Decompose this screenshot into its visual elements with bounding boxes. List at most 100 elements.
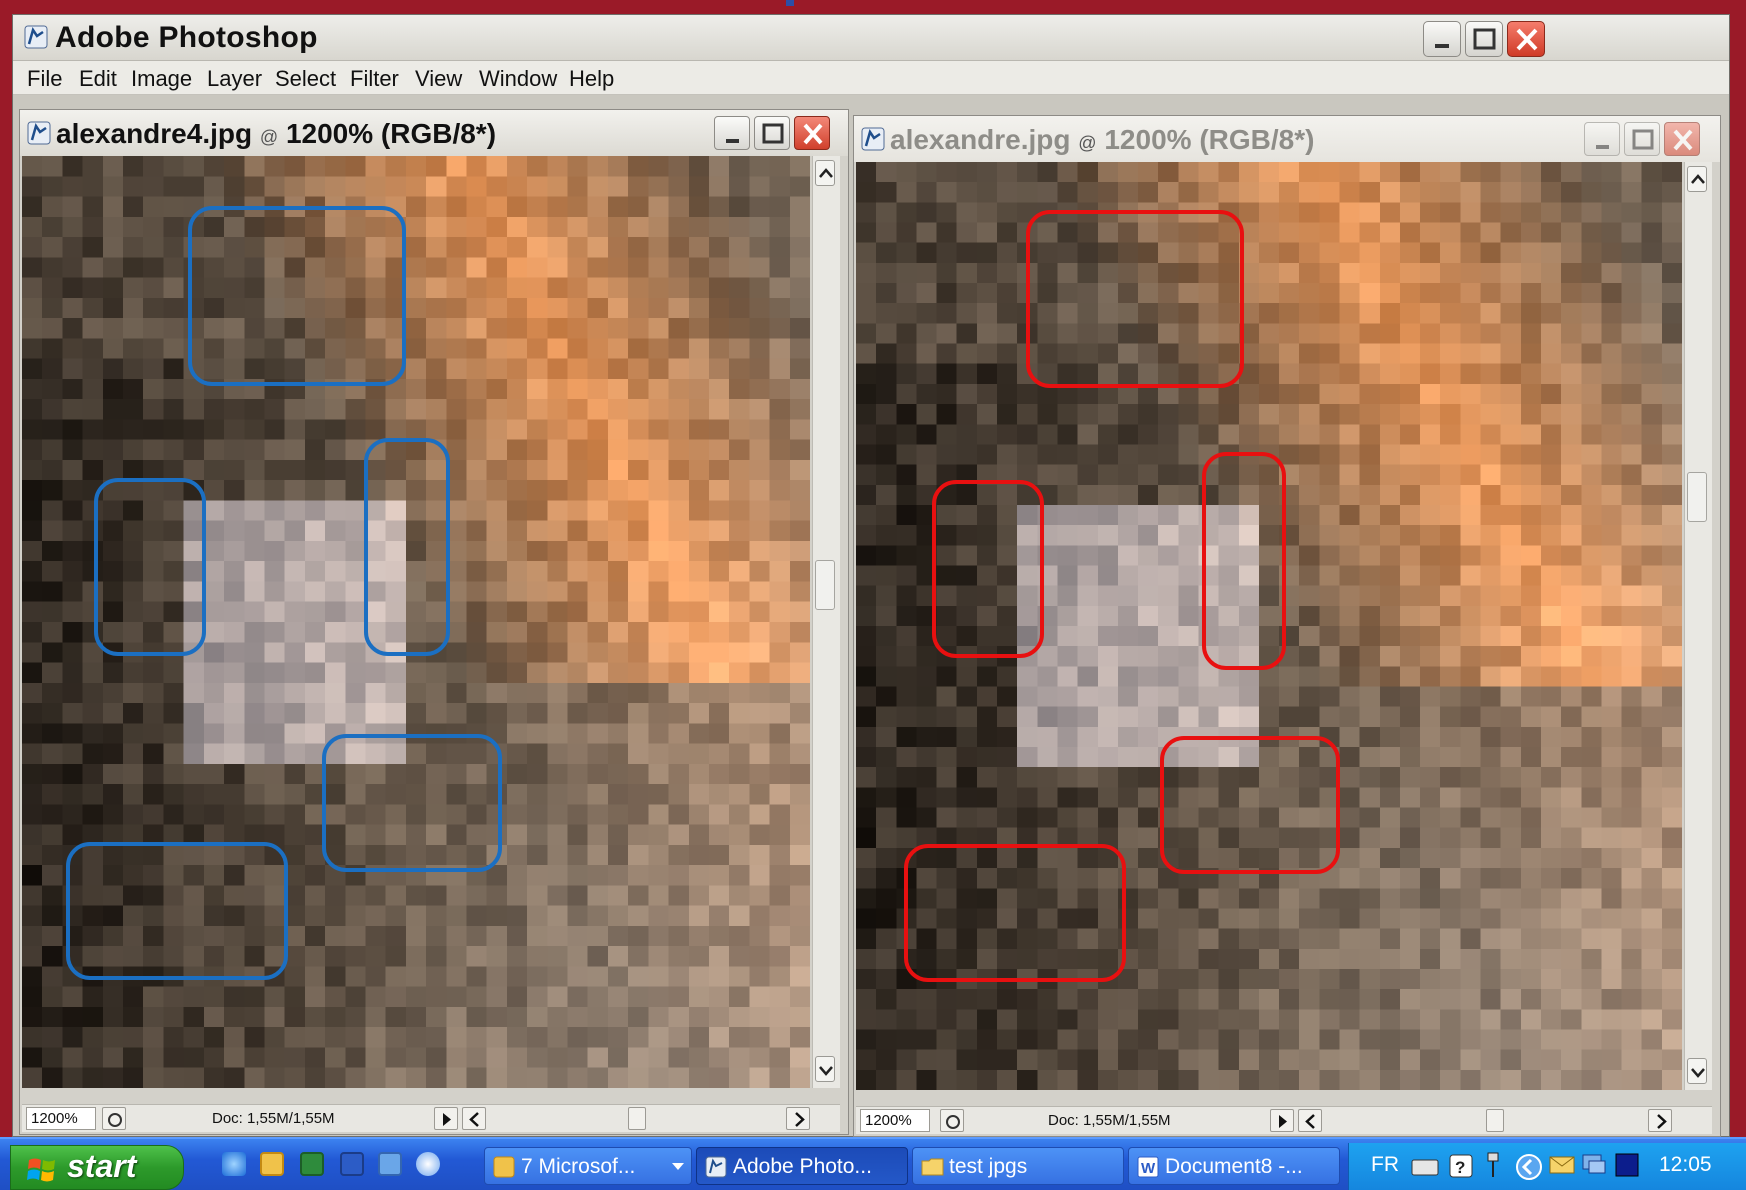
image-canvas[interactable]: [22, 156, 810, 1088]
menu-file[interactable]: File: [27, 66, 62, 92]
doc-minimize-button[interactable]: [714, 116, 750, 150]
network-icon[interactable]: [1483, 1151, 1503, 1181]
photoshop-icon: [705, 1156, 727, 1184]
at-symbol: @: [259, 127, 279, 147]
status-options-icon[interactable]: [102, 1107, 126, 1130]
ie-icon[interactable]: [222, 1152, 246, 1176]
doc-minimize-button[interactable]: [1584, 122, 1620, 156]
taskbar-button-photoshop[interactable]: Adobe Photo...: [696, 1147, 908, 1185]
taskbar-button-folder[interactable]: test jpgs: [912, 1147, 1124, 1185]
menu-window[interactable]: Window: [479, 66, 557, 92]
help-icon[interactable]: ?: [1449, 1153, 1473, 1179]
menu-edit[interactable]: Edit: [79, 66, 117, 92]
start-button[interactable]: start: [10, 1145, 184, 1190]
status-menu-arrow-icon[interactable]: [434, 1107, 458, 1130]
hscroll-right-arrow[interactable]: [786, 1107, 810, 1130]
document-zoom-mode: 1200% (RGB/8*): [285, 118, 497, 149]
language-indicator[interactable]: FR: [1371, 1153, 1399, 1177]
windows-taskbar: start 7 Microsof... Adobe Photo... test …: [0, 1137, 1746, 1190]
highlight-box: [188, 206, 406, 386]
vertical-scrollbar[interactable]: [1684, 162, 1712, 1090]
hscroll-thumb[interactable]: [1486, 1109, 1504, 1132]
document-title-bar[interactable]: alexandre4.jpg @ 1200% (RGB/8*): [20, 110, 848, 156]
highlight-box: [1026, 210, 1244, 388]
mail-icon[interactable]: [1549, 1155, 1575, 1175]
photoshop-doc-icon: [861, 127, 885, 151]
highlight-box: [322, 734, 502, 872]
document-filename: alexandre4.jpg: [56, 118, 253, 149]
menu-view[interactable]: View: [415, 66, 462, 92]
menu-help[interactable]: Help: [569, 66, 614, 92]
doc-maximize-button[interactable]: [1624, 122, 1660, 156]
monitor-icon[interactable]: [1581, 1153, 1607, 1177]
close-button[interactable]: [1507, 21, 1545, 57]
menu-image[interactable]: Image: [131, 66, 192, 92]
highlight-box: [66, 842, 288, 980]
clock[interactable]: 12:05: [1659, 1153, 1712, 1177]
zoom-field[interactable]: 1200%: [26, 1107, 96, 1130]
taskbar-button-word[interactable]: W Document8 -...: [1128, 1147, 1340, 1185]
media-icon[interactable]: [378, 1152, 402, 1176]
scroll-up-arrow[interactable]: [1687, 166, 1707, 192]
highlight-box: [1202, 452, 1286, 670]
show-hidden-icons-icon[interactable]: [1515, 1153, 1543, 1181]
status-bar: 1200% Doc: 1,55M/1,55M: [856, 1106, 1712, 1134]
folder-icon: [921, 1156, 945, 1184]
menu-select[interactable]: Select: [275, 66, 336, 92]
menu-bar: File Edit Image Layer Select Filter View…: [13, 61, 1729, 95]
scroll-up-arrow[interactable]: [815, 160, 835, 186]
taskbar-button-outlook[interactable]: 7 Microsof...: [484, 1147, 692, 1185]
frame-tick: [786, 0, 794, 6]
start-label: start: [67, 1148, 137, 1184]
doc-maximize-button[interactable]: [754, 116, 790, 150]
zoom-field[interactable]: 1200%: [860, 1109, 930, 1132]
scroll-thumb[interactable]: [815, 560, 835, 610]
document-window-alexandre: alexandre.jpg @ 1200% (RGB/8*) 1200% Doc…: [853, 115, 1721, 1137]
maximize-button[interactable]: [1465, 21, 1503, 57]
photoshop-doc-icon: [27, 121, 51, 145]
highlight-box: [904, 844, 1126, 982]
status-square-icon[interactable]: [1615, 1153, 1639, 1177]
app-title: Adobe Photoshop: [55, 21, 318, 54]
app-title-bar[interactable]: Adobe Photoshop: [13, 15, 1729, 61]
status-options-icon[interactable]: [940, 1109, 964, 1132]
word-icon: W: [1137, 1156, 1159, 1184]
vertical-scrollbar[interactable]: [812, 156, 840, 1088]
document-filename: alexandre.jpg: [890, 124, 1071, 155]
outlook-icon: [493, 1156, 515, 1184]
menu-layer[interactable]: Layer: [207, 66, 262, 92]
doc-size-info: Doc: 1,55M/1,55M: [212, 1110, 335, 1127]
taskbar-label: Adobe Photo...: [733, 1155, 872, 1178]
taskbar-label: Document8 -...: [1165, 1155, 1303, 1178]
back-icon[interactable]: [416, 1152, 440, 1176]
hscroll-left-arrow[interactable]: [462, 1107, 486, 1130]
document-window-alexandre4: alexandre4.jpg @ 1200% (RGB/8*) 1200% Do…: [19, 109, 849, 1135]
document-zoom-mode: 1200% (RGB/8*): [1104, 124, 1315, 155]
outlook-icon[interactable]: [260, 1152, 284, 1176]
minimize-button[interactable]: [1423, 21, 1461, 57]
highlight-box: [1160, 736, 1340, 874]
word-icon[interactable]: [340, 1152, 364, 1176]
doc-close-button[interactable]: [1664, 122, 1700, 156]
image-canvas[interactable]: [856, 162, 1682, 1090]
keyboard-icon[interactable]: [1411, 1155, 1439, 1177]
chevron-down-icon: [672, 1163, 684, 1170]
hscroll-right-arrow[interactable]: [1648, 1109, 1672, 1132]
excel-icon[interactable]: [300, 1152, 324, 1176]
scroll-down-arrow[interactable]: [815, 1056, 835, 1082]
taskbar-label: test jpgs: [949, 1155, 1028, 1178]
taskbar-label: 7 Microsof...: [521, 1155, 636, 1178]
hscroll-left-arrow[interactable]: [1298, 1109, 1322, 1132]
hscroll-thumb[interactable]: [628, 1107, 646, 1130]
scroll-thumb[interactable]: [1687, 472, 1707, 522]
svg-text:?: ?: [1455, 1158, 1465, 1177]
document-title-bar[interactable]: alexandre.jpg @ 1200% (RGB/8*): [854, 116, 1720, 162]
frame-top-line: [0, 0, 1746, 6]
menu-filter[interactable]: Filter: [350, 66, 399, 92]
doc-close-button[interactable]: [794, 116, 830, 150]
status-menu-arrow-icon[interactable]: [1270, 1109, 1294, 1132]
status-bar: 1200% Doc: 1,55M/1,55M: [22, 1104, 840, 1132]
doc-size-info: Doc: 1,55M/1,55M: [1048, 1112, 1171, 1129]
svg-text:W: W: [1141, 1160, 1156, 1177]
scroll-down-arrow[interactable]: [1687, 1058, 1707, 1084]
